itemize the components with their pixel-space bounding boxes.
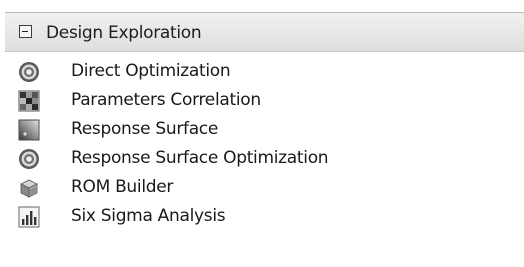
collapse-icon[interactable] [19,25,32,38]
toolbox-item-label: Response Surface [71,119,219,139]
section-header[interactable]: Design Exploration [5,12,524,52]
toolbox-item-label: ROM Builder [71,177,174,197]
section-title: Design Exploration [46,23,202,43]
correlation-matrix-icon [18,90,40,112]
toolbox-item-label: Direct Optimization [71,61,231,81]
toolbox-item-response-surface[interactable]: Response Surface [0,115,524,144]
toolbox-item-response-surface-optimization[interactable]: Response Surface Optimization [0,144,524,173]
rom-builder-icon [20,179,38,198]
toolbox-item-parameters-correlation[interactable]: Parameters Correlation [0,86,524,115]
target-icon [19,149,39,169]
bar-chart-icon [18,206,40,228]
toolbox-item-label: Parameters Correlation [71,90,261,110]
toolbox-item-rom-builder[interactable]: ROM Builder [0,173,524,202]
response-surface-icon [18,119,40,141]
toolbox-item-label: Six Sigma Analysis [71,206,226,226]
target-icon [19,62,39,82]
toolbox-panel: Design Exploration Direct Optimization P… [0,0,524,267]
toolbox-item-label: Response Surface Optimization [71,148,329,168]
toolbox-item-direct-optimization[interactable]: Direct Optimization [0,57,524,86]
toolbox-item-six-sigma-analysis[interactable]: Six Sigma Analysis [0,202,524,231]
